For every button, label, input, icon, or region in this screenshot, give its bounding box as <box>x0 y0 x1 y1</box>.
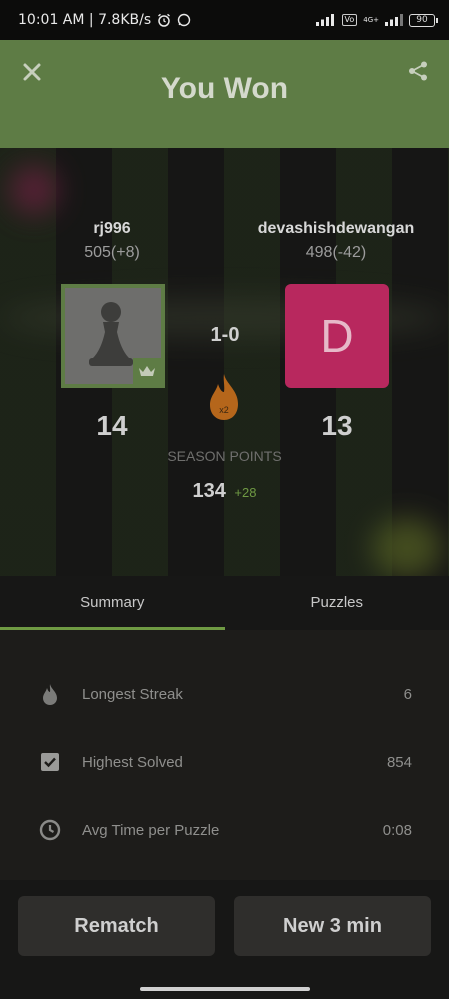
player-right: devashishdewangan 498(-42) <box>246 220 426 262</box>
list-item: Highest Solved 854 <box>0 742 449 782</box>
match-score: 1-0 <box>210 324 240 346</box>
home-indicator[interactable] <box>140 987 310 991</box>
crown-icon <box>139 366 155 376</box>
player-left-points: 14 <box>96 410 128 441</box>
status-time: 10:01 AM | 7.8KB/s <box>18 12 152 28</box>
status-bar: 10:01 AM | 7.8KB/s Vo 4G+ 90 <box>0 0 449 40</box>
rematch-button[interactable]: Rematch <box>18 896 215 956</box>
stat-label: Avg Time per Puzzle <box>82 821 220 839</box>
volte-icon: Vo <box>341 14 358 26</box>
player-left-rating: 505(+8) <box>84 244 140 261</box>
player-left-avatar[interactable] <box>61 284 165 388</box>
summary-list: Longest Streak 6 Highest Solved 854 Avg … <box>0 630 449 880</box>
lte-label: 4G+ <box>363 16 379 24</box>
season-points-delta: +28 <box>234 485 257 500</box>
share-icon[interactable] <box>407 60 429 82</box>
stat-label: Highest Solved <box>82 753 183 771</box>
alarm-icon <box>158 13 171 27</box>
player-left-name: rj996 <box>93 220 131 237</box>
tab-summary[interactable]: Summary <box>0 576 225 630</box>
list-item: Longest Streak 6 <box>0 674 449 714</box>
season-points-label: SEASON POINTS <box>167 448 282 464</box>
action-bar: Rematch New 3 min <box>0 880 449 999</box>
board-blur <box>372 518 442 576</box>
result-title: You Won <box>160 72 289 105</box>
list-item: Avg Time per Puzzle 0:08 <box>0 810 449 850</box>
stat-label: Longest Streak <box>82 685 183 703</box>
tab-bar: Summary Puzzles <box>0 576 449 630</box>
stat-value: 6 <box>403 685 412 703</box>
season-points: 134 +28 <box>0 480 449 503</box>
stat-value: 854 <box>386 753 412 771</box>
board-blur <box>10 166 58 214</box>
new-game-button[interactable]: New 3 min <box>234 896 431 956</box>
winner-crown-badge <box>133 358 161 384</box>
result-panel: rj996 505(+8) devashishdewangan 498(-42)… <box>0 148 449 576</box>
signal-icon <box>315 14 334 26</box>
whatsapp-icon <box>177 13 191 27</box>
player-right-rating: 498(-42) <box>305 244 367 261</box>
player-right-initial: D <box>320 310 354 362</box>
player-right-avatar[interactable]: D <box>285 284 389 388</box>
tab-puzzles[interactable]: Puzzles <box>225 576 449 630</box>
battery-icon: 90 <box>409 13 438 27</box>
checkbox-icon <box>41 753 59 771</box>
player-left: rj996 505(+8) <box>40 220 184 262</box>
flame-icon <box>43 684 57 705</box>
streak-multiplier: x2 <box>219 405 229 415</box>
result-header: You Won <box>0 40 449 148</box>
season-points-total: 134 <box>192 480 226 502</box>
clock-icon <box>39 819 61 841</box>
player-right-name: devashishdewangan <box>257 220 415 237</box>
player-right-points: 13 <box>321 410 353 441</box>
streak-flame-icon: x2 <box>210 374 238 420</box>
stat-value: 0:08 <box>382 821 412 839</box>
signal-icon-2 <box>385 14 403 26</box>
